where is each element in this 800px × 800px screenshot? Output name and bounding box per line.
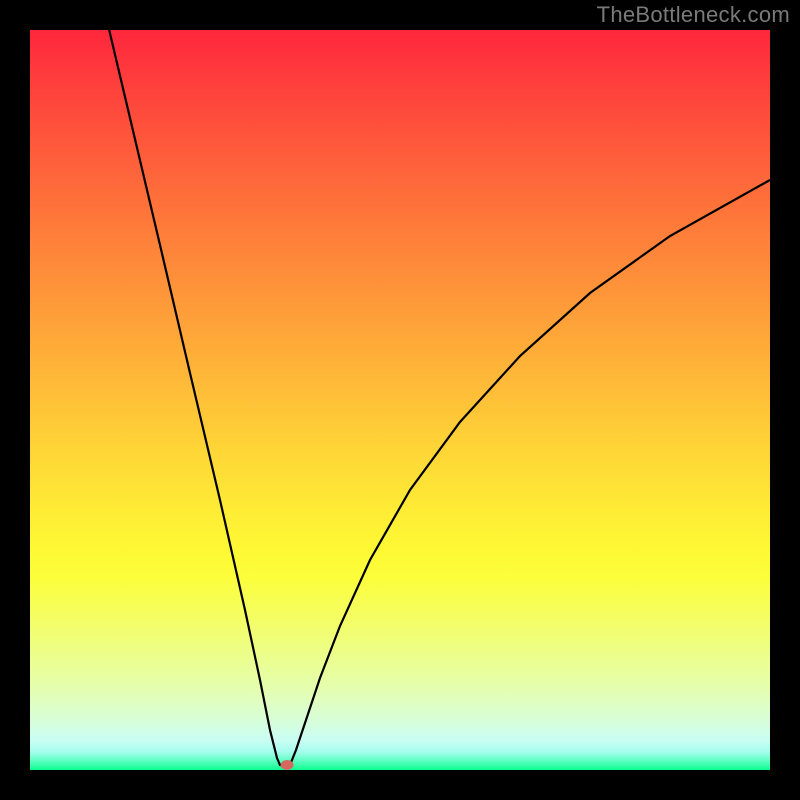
optimum-marker [281, 760, 294, 770]
watermark-text: TheBottleneck.com [597, 2, 790, 28]
curve-svg [30, 30, 770, 770]
chart-frame: TheBottleneck.com [0, 0, 800, 800]
plot-area [30, 30, 770, 770]
bottleneck-curve [108, 30, 770, 765]
